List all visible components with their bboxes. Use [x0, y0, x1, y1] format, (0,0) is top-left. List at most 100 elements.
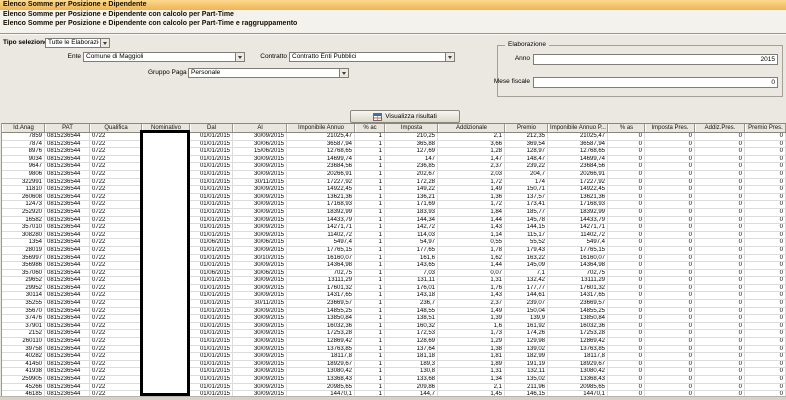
table-row[interactable]: 379010815236544072201/01/201530/09/20151…	[2, 323, 786, 331]
table-row[interactable]: 419380815236544072201/01/201530/09/20151…	[2, 368, 786, 376]
header-imposta_pres[interactable]: Imposta Pres.	[645, 124, 695, 132]
cell-imposta: 143,18	[385, 292, 438, 299]
anno-input[interactable]	[533, 54, 778, 65]
header-al[interactable]: Al	[233, 124, 287, 132]
cell-al: 30/09/2015	[233, 262, 287, 269]
report-list-item[interactable]: Elenco Somme per Posizione e Dipendente	[0, 0, 786, 10]
table-row[interactable]: 165820815236544072201/01/201530/09/20151…	[2, 217, 786, 225]
cell-perc_as: 0	[608, 171, 645, 178]
table-row[interactable]: 3229910815236544072201/01/201530/11/2015…	[2, 179, 786, 187]
bottom-scroll-strip[interactable]	[0, 396, 786, 400]
cell-al: 30/09/2015	[233, 308, 287, 315]
cell-addizionale: 1,44	[438, 262, 505, 269]
mese-fiscale-input[interactable]	[533, 77, 778, 88]
table-row[interactable]: 2529200815236544072201/01/201530/09/2015…	[2, 209, 786, 217]
table-row[interactable]: 352550815236544072201/01/201530/11/20152…	[2, 300, 786, 308]
cell-dal: 01/01/2015	[190, 262, 233, 269]
contratto-value: Contratto Enti Pubblici	[292, 53, 444, 61]
cell-addiz_pres: 0	[695, 277, 745, 284]
header-id_anag[interactable]: Id.Anag	[2, 124, 45, 132]
table-row[interactable]: 356700815236544072201/01/201530/09/20151…	[2, 308, 786, 316]
table-row[interactable]: 118100815236544072201/01/201530/09/20151…	[2, 186, 786, 194]
cell-addiz_pres: 0	[695, 209, 745, 216]
cell-imposta_pres: 0	[645, 247, 695, 254]
table-row[interactable]: 78590815236544072201/01/201530/09/201521…	[2, 133, 786, 141]
cell-addizionale: 1,84	[438, 209, 505, 216]
cell-addizionale: 1,72	[438, 179, 505, 186]
tipo-selezione-arrow-button[interactable]	[100, 39, 109, 47]
ente-arrow-button[interactable]	[235, 53, 244, 61]
cell-imponibile_annuo: 16160,07	[287, 255, 355, 262]
table-row[interactable]: 2601100815236544072201/01/201530/09/2015…	[2, 338, 786, 346]
cell-premio: 144,15	[505, 224, 548, 231]
table-row[interactable]: 3570100815236544072201/01/201530/09/2015…	[2, 224, 786, 232]
table-row[interactable]: 78740815236544072201/01/201530/06/201536…	[2, 141, 786, 149]
table-row[interactable]: 3570600815236544072201/06/201530/06/2015…	[2, 270, 786, 278]
table-row[interactable]: 3569860815236544072201/01/201530/09/2015…	[2, 262, 786, 270]
cell-addizionale: 1,38	[438, 346, 505, 353]
header-perc_ac[interactable]: % ac	[355, 124, 385, 132]
cell-al: 30/09/2015	[233, 376, 287, 383]
table-row[interactable]: 402820815236544072201/01/201530/09/20151…	[2, 353, 786, 361]
table-row[interactable]: 3569970815236544072201/01/201530/10/2015…	[2, 255, 786, 263]
table-row[interactable]: 2606080815236544072201/01/201530/09/2015…	[2, 194, 786, 202]
contratto-arrow-button[interactable]	[445, 53, 454, 61]
table-row[interactable]: 13540815236544072201/06/201530/06/201554…	[2, 239, 786, 247]
ente-select[interactable]: Comune di Maggioli	[83, 52, 245, 62]
gruppo-paga-select[interactable]: Personale	[188, 68, 349, 78]
cell-id_anag: 322991	[2, 179, 45, 186]
header-dal[interactable]: Dal	[190, 124, 233, 132]
header-pat[interactable]: PAT	[45, 124, 90, 132]
header-premio[interactable]: Premio	[505, 124, 548, 132]
visualizza-risultati-label: Visualizza risultati	[385, 113, 437, 120]
report-list-item[interactable]: Elenco Somme per Posizione e Dipendente …	[0, 10, 786, 19]
cell-addizionale: 1,36	[438, 194, 505, 201]
table-row[interactable]: 414500815236544072201/01/201530/09/20151…	[2, 361, 786, 369]
cell-imponibile_annuo_p: 14699,74	[548, 156, 608, 163]
cell-imposta: 144,34	[385, 217, 438, 224]
table-row[interactable]: 280190815236544072201/01/201530/09/20151…	[2, 247, 786, 255]
table-row[interactable]: 374760815236544072201/01/201530/09/20151…	[2, 315, 786, 323]
cell-qualifica: 0722	[90, 270, 142, 277]
gruppo-paga-arrow-button[interactable]	[339, 69, 348, 77]
header-qualifica[interactable]: Qualifica	[90, 124, 142, 132]
table-row[interactable]: 90340815236544072201/01/201530/09/201514…	[2, 156, 786, 164]
table-row[interactable]: 21520815236544072201/01/201530/09/201517…	[2, 330, 786, 338]
cell-qualifica: 0722	[90, 300, 142, 307]
table-row[interactable]: 96470815236544072201/01/201530/09/201523…	[2, 163, 786, 171]
header-addizionale[interactable]: Addizionale	[438, 124, 505, 132]
cell-imponibile_annuo_p: 14433,79	[548, 217, 608, 224]
report-list-item[interactable]: Elenco Somme per Posizione e Dipendente …	[0, 19, 786, 28]
cell-id_anag: 41450	[2, 361, 45, 368]
cell-addizionale: 1,34	[438, 376, 505, 383]
contratto-select[interactable]: Contratto Enti Pubblici	[289, 52, 455, 62]
table-row[interactable]: 2599050815236544072201/01/201530/09/2015…	[2, 376, 786, 384]
cell-imposta: 183,93	[385, 209, 438, 216]
cell-pat: 0815236544	[45, 346, 90, 353]
header-perc_as[interactable]: % as	[608, 124, 645, 132]
cell-perc_ac: 1	[355, 323, 385, 330]
table-row[interactable]: 301140815236544072201/01/201530/09/20151…	[2, 292, 786, 300]
cell-pat: 0815236544	[45, 239, 90, 246]
cell-id_anag: 16582	[2, 217, 45, 224]
table-row[interactable]: 397580815236544072201/01/201530/09/20151…	[2, 346, 786, 354]
cell-perc_as: 0	[608, 141, 645, 148]
table-row[interactable]: 452660815236544072201/01/201530/09/20152…	[2, 384, 786, 392]
header-premio_pres[interactable]: Premio Pres.	[745, 124, 786, 132]
table-row[interactable]: 89760815236544072201/01/201515/06/201512…	[2, 148, 786, 156]
table-row[interactable]: 98060815236544072201/01/201530/09/201520…	[2, 171, 786, 179]
table-row[interactable]: 299520815236544072201/01/201530/09/20151…	[2, 285, 786, 293]
cell-qualifica: 0722	[90, 163, 142, 170]
cell-perc_ac: 1	[355, 330, 385, 337]
header-imposta[interactable]: Imposta	[385, 124, 438, 132]
cell-id_anag: 1354	[2, 239, 45, 246]
table-row[interactable]: 296520815236544072201/01/201530/09/20151…	[2, 277, 786, 285]
cell-addizionale: 1,29	[438, 338, 505, 345]
table-row[interactable]: 3082800815236544072201/01/201530/09/2015…	[2, 232, 786, 240]
tipo-selezione-select[interactable]: Tutte le Elaborazioni	[45, 38, 110, 48]
table-row[interactable]: 124730815236544072201/01/201530/09/20151…	[2, 201, 786, 209]
header-addiz_pres[interactable]: Addiz.Pres.	[695, 124, 745, 132]
header-imponibile_annuo_p[interactable]: Imponibile Annuo P...	[548, 124, 608, 132]
header-imponibile_annuo[interactable]: Imponibile Annuo	[287, 124, 355, 132]
visualizza-risultati-button[interactable]: Visualizza risultati	[350, 110, 460, 123]
